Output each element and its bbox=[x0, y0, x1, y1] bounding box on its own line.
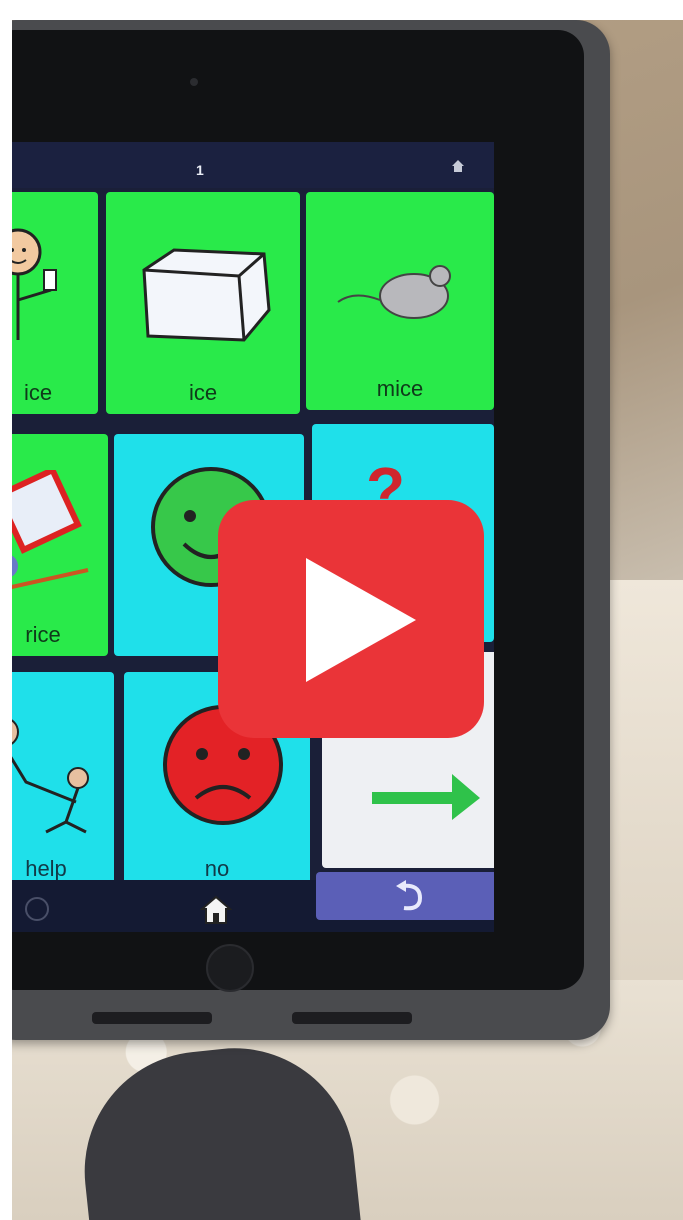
undo-icon bbox=[396, 880, 423, 911]
green-arrow-icon bbox=[372, 774, 480, 820]
tablet-home-button[interactable] bbox=[206, 944, 254, 992]
ice-cube-icon bbox=[142, 248, 271, 342]
cell-label: ice bbox=[188, 380, 218, 405]
play-button[interactable] bbox=[218, 500, 484, 738]
symbol-button-ice[interactable]: ice bbox=[106, 192, 300, 414]
symbol-button-rice[interactable]: rice bbox=[12, 434, 108, 656]
page-number: 1 bbox=[196, 162, 204, 178]
home-icon[interactable] bbox=[200, 894, 232, 926]
speak-button[interactable] bbox=[316, 872, 494, 920]
cell-label: help bbox=[25, 856, 67, 881]
cell-label: ice bbox=[23, 380, 53, 405]
back-icon[interactable] bbox=[24, 896, 50, 922]
case-slot bbox=[292, 1012, 412, 1024]
mouse-icon bbox=[337, 265, 451, 319]
symbol-button-mice[interactable]: mice bbox=[306, 192, 494, 410]
background-blanket bbox=[602, 580, 683, 1000]
cell-label: rice bbox=[25, 622, 61, 647]
symbol-button-help[interactable]: help bbox=[12, 672, 114, 890]
play-icon bbox=[306, 558, 416, 682]
person-fallen-icon bbox=[12, 719, 89, 834]
home-icon[interactable] bbox=[450, 158, 466, 174]
rice-bowl-icon bbox=[12, 470, 89, 589]
video-thumbnail[interactable]: 1 ice ice mice rice ? help no bbox=[12, 20, 683, 1220]
case-slot bbox=[92, 1012, 212, 1024]
camera-dot bbox=[190, 78, 198, 86]
symbol-button-nice[interactable]: ice bbox=[12, 192, 98, 414]
person-thumbs-up-icon bbox=[12, 228, 57, 340]
top-bar: 1 bbox=[12, 142, 494, 188]
cell-label: mice bbox=[376, 376, 424, 401]
cell-label: no bbox=[204, 856, 230, 881]
